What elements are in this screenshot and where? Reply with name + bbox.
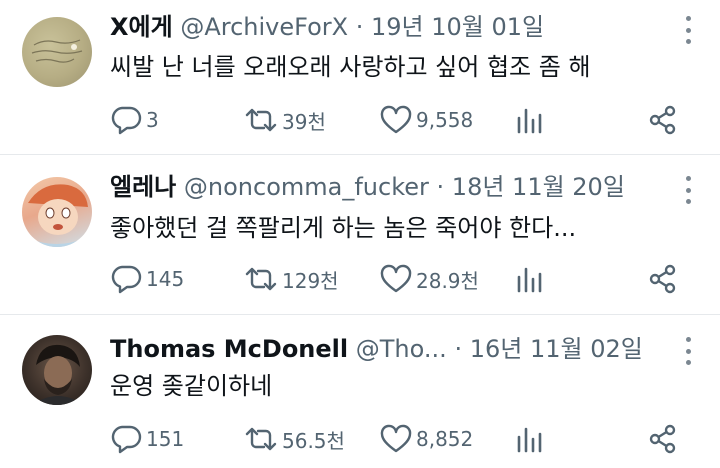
share-icon (649, 424, 676, 454)
user-handle[interactable]: @Tho... (356, 335, 447, 363)
tweet-card[interactable]: Thomas McDonell @Tho... · 16년 11월 02일 운영… (0, 315, 720, 468)
retweet-count: 129천 (282, 268, 339, 293)
share-button[interactable] (648, 261, 678, 297)
like-button[interactable]: 8,852 (380, 421, 473, 457)
separator-dot: · (454, 335, 463, 363)
views-button[interactable] (516, 261, 542, 297)
more-icon[interactable] (684, 176, 692, 204)
tweet-card[interactable]: 엘레나 @noncomma_fucker · 18년 11월 20일 좋아했던 … (0, 155, 720, 315)
reply-count: 145 (146, 267, 185, 291)
views-button[interactable] (516, 102, 542, 138)
reply-button[interactable]: 3 (110, 102, 159, 138)
like-button[interactable]: 9,558 (380, 102, 473, 138)
share-icon (649, 264, 676, 294)
retweet-count: 56.5천 (282, 428, 345, 453)
tweet-text: 좋아했던 걸 쪽팔리게 하는 놈은 죽어야 한다... (110, 214, 577, 242)
action-bar: 151 56.5천 8,852 (110, 421, 700, 457)
views-button[interactable] (516, 421, 542, 457)
more-icon[interactable] (684, 16, 692, 44)
avatar[interactable] (22, 177, 92, 247)
display-name[interactable]: X에게 (110, 13, 173, 41)
retweet-icon (245, 427, 277, 451)
display-name[interactable]: Thomas McDonell (110, 335, 348, 363)
tweet-date[interactable]: 18년 11월 20일 (452, 173, 625, 201)
user-handle[interactable]: @noncomma_fucker (184, 173, 429, 201)
views-icon (517, 267, 542, 293)
reply-count: 151 (146, 427, 185, 451)
separator-dot: · (436, 173, 445, 201)
tweet-header: Thomas McDonell @Tho... · 16년 11월 02일 (110, 332, 650, 366)
tweet-header: 엘레나 @noncomma_fucker · 18년 11월 20일 (110, 170, 650, 204)
retweet-icon (245, 108, 277, 132)
reply-count: 3 (146, 108, 159, 132)
separator-dot: · (355, 13, 364, 41)
display-name[interactable]: 엘레나 (110, 173, 176, 201)
tweet-date[interactable]: 19년 10월 01일 (371, 13, 544, 41)
reply-icon (111, 425, 142, 454)
tweet-header: X에게 @ArchiveForX · 19년 10월 01일 (110, 10, 650, 44)
action-bar: 145 129천 28.9천 (110, 261, 700, 297)
retweet-count: 39천 (282, 109, 326, 134)
like-count: 9,558 (416, 108, 474, 132)
like-count: 28.9천 (416, 268, 479, 293)
retweet-button[interactable]: 129천 (244, 261, 339, 297)
like-count: 8,852 (416, 427, 474, 451)
retweet-icon (245, 267, 277, 291)
more-icon[interactable] (684, 337, 692, 365)
views-icon (517, 427, 542, 453)
like-icon (380, 424, 412, 453)
like-icon (380, 105, 412, 134)
tweet-card[interactable]: X에게 @ArchiveForX · 19년 10월 01일 씨발 난 너를 오… (0, 0, 720, 155)
tweet-text: 씨발 난 너를 오래오래 사랑하고 싶어 협조 좀 해 (110, 53, 591, 81)
avatar[interactable] (22, 17, 92, 87)
reply-icon (111, 106, 142, 135)
share-icon (649, 105, 676, 135)
tweet-date[interactable]: 16년 11월 02일 (470, 335, 643, 363)
user-handle[interactable]: @ArchiveForX (180, 13, 348, 41)
views-icon (517, 108, 542, 134)
reply-button[interactable]: 145 (110, 261, 184, 297)
reply-icon (111, 265, 142, 294)
share-button[interactable] (648, 421, 678, 457)
like-button[interactable]: 28.9천 (380, 261, 479, 297)
tweet-text: 운영 좆같이하네 (110, 372, 273, 400)
share-button[interactable] (648, 102, 678, 138)
retweet-button[interactable]: 39천 (244, 102, 326, 138)
avatar[interactable] (22, 335, 92, 405)
reply-button[interactable]: 151 (110, 421, 184, 457)
like-icon (380, 264, 412, 293)
retweet-button[interactable]: 56.5천 (244, 421, 345, 457)
action-bar: 3 39천 9,558 (110, 102, 700, 138)
